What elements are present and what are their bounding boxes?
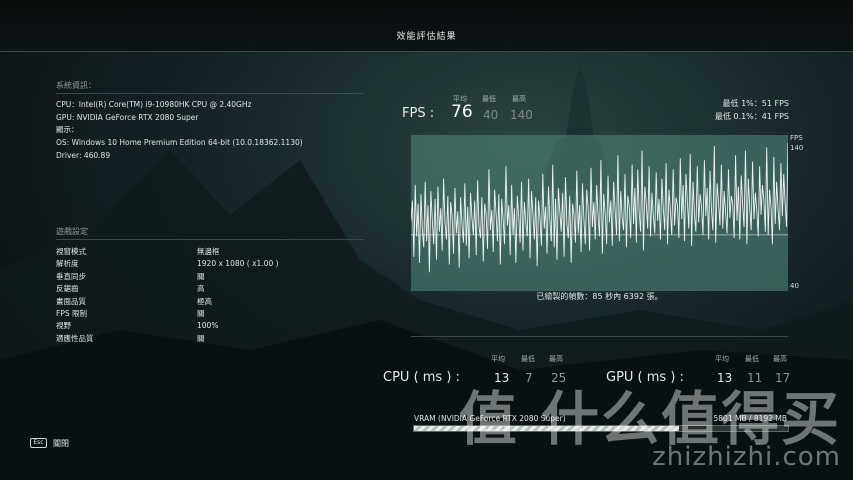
chart-y-axis-title: FPS <box>790 134 803 142</box>
setting-value: 關 <box>197 333 205 343</box>
setting-key: FPS 限制 <box>56 309 87 319</box>
gpu-ms-label: GPU ( ms ) : <box>606 370 684 385</box>
close-button[interactable]: 關閉 <box>53 438 69 449</box>
setting-key: 垂直同步 <box>56 271 86 281</box>
divider <box>56 93 364 94</box>
setting-value: 關 <box>197 309 205 319</box>
divider <box>411 336 788 337</box>
gpu-min-heading: 最低 <box>745 355 759 363</box>
setting-row: 畫面品質 極高 <box>56 296 279 308</box>
watermark-url: zhizhizhi.com <box>652 442 841 472</box>
system-info-list: CPU：Intel(R) Core(TM) i9-10980HK CPU @ 2… <box>56 99 303 163</box>
fps-min-heading: 最低 <box>482 95 496 103</box>
chart-y-tick-min: 40 <box>790 282 799 290</box>
setting-row: 解析度 1920 x 1080 ( x1.00 ) <box>56 258 279 270</box>
frames-rendered-note: 已繪製的幀數：85 秒內 6392 張。 <box>536 292 663 301</box>
cpu-avg-value: 13 <box>494 371 510 385</box>
system-info-line: 顯示： <box>56 125 79 135</box>
system-info-line: CPU：Intel(R) Core(TM) i9-10980HK CPU @ 2… <box>56 100 252 109</box>
divider <box>56 239 364 240</box>
vram-usage-fill <box>414 426 679 431</box>
fps-label: FPS : <box>402 106 435 121</box>
setting-key: 適應性品質 <box>56 333 94 343</box>
game-settings-list: 視窗模式 無邊框 解析度 1920 x 1080 ( x1.00 ) 垂直同步關 反… <box>56 246 279 345</box>
vram-usage-bar <box>413 425 789 432</box>
setting-value: 100% <box>197 321 219 331</box>
gpu-avg-heading: 平均 <box>715 355 729 363</box>
system-info-line: Driver: 460.89 <box>56 150 111 160</box>
setting-key: 畫面品質 <box>56 296 86 306</box>
setting-row: 垂直同步 關 <box>56 271 279 283</box>
setting-key: 視窗模式 <box>56 247 86 256</box>
gpu-max-value: 17 <box>775 371 791 385</box>
fps-chart-area <box>410 135 789 291</box>
fps-max-heading: 最高 <box>512 95 526 103</box>
cpu-max-value: 25 <box>551 371 567 385</box>
cpu-ms-label: CPU ( ms ) : <box>383 370 460 385</box>
setting-key: 反鋸齒 <box>56 284 79 294</box>
esc-key-hint[interactable]: Esc <box>30 438 47 448</box>
fps-series-line <box>410 142 789 273</box>
gpu-avg-value: 13 <box>717 371 733 385</box>
setting-row: FPS 限制 關 <box>56 308 279 320</box>
setting-row: 視野 100% <box>56 320 279 332</box>
title-bar: 效能評估結果 <box>0 0 853 52</box>
watermark-url-container: zhizhizhi.com <box>652 442 841 472</box>
setting-row: 反鋸齒 高 <box>56 283 279 295</box>
fps-low-01-percent: 最低 0.1%：41 FPS <box>714 112 789 121</box>
system-info-line: OS: Windows 10 Home Premium Edition 64-b… <box>56 138 303 148</box>
cpu-max-heading: 最高 <box>549 355 563 363</box>
setting-value: 高 <box>197 284 205 294</box>
cpu-min-heading: 最低 <box>521 355 535 363</box>
game-settings-heading: 遊戲設定 <box>56 227 88 236</box>
setting-value: 1920 x 1080 ( x1.00 ) <box>197 259 279 269</box>
fps-average-value: 76 <box>451 102 473 122</box>
setting-value: 無邊框 <box>197 247 220 256</box>
setting-row: 視窗模式 無邊框 <box>56 246 279 258</box>
fps-max-value: 140 <box>510 108 533 122</box>
setting-value: 關 <box>197 271 205 281</box>
setting-key: 視野 <box>56 321 71 331</box>
gpu-min-value: 11 <box>747 371 763 385</box>
gpu-max-heading: 最高 <box>773 355 787 363</box>
page-title: 效能評估結果 <box>396 32 457 42</box>
system-info-heading: 系統資訊： <box>56 81 96 90</box>
system-info-line: GPU: NVIDIA GeForce RTX 2080 Super <box>56 112 199 122</box>
chart-y-tick-max: 140 <box>790 144 804 152</box>
cpu-avg-heading: 平均 <box>491 355 505 363</box>
fps-line-chart <box>410 142 789 273</box>
vram-usage-value: 5801 MB / 8192 MB <box>713 414 787 423</box>
vram-label: VRAM (NVIDIA GeForce RTX 2080 Super) <box>414 414 566 423</box>
setting-row: 適應性品質 關 <box>56 333 279 345</box>
fps-min-value: 40 <box>483 108 499 122</box>
setting-value: 極高 <box>197 296 212 306</box>
setting-key: 解析度 <box>56 259 79 269</box>
cpu-min-value: 7 <box>525 371 533 385</box>
fps-low-1-percent: 最低 1%：51 FPS <box>722 99 789 108</box>
